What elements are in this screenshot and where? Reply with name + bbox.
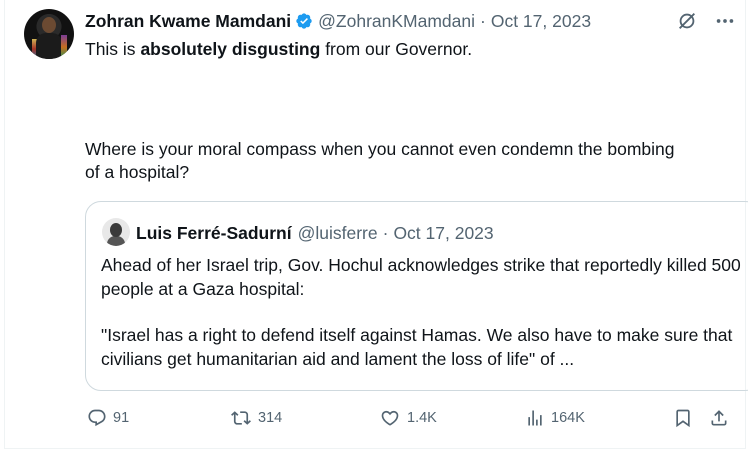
quoted-paragraph-1: Ahead of her Israel trip, Gov. Hochul ac… xyxy=(101,255,741,299)
quoted-author-handle[interactable]: @luisferre xyxy=(298,223,378,244)
quoted-author-name[interactable]: Luis Ferré-Sadurní xyxy=(136,223,292,244)
reply-button[interactable]: 91 xyxy=(87,408,129,428)
tweet-actions-bar: 91 314 1.4K 164K xyxy=(85,408,735,432)
quoted-paragraph-2: "Israel has a right to defend itself aga… xyxy=(101,325,733,369)
author-handle[interactable]: @ZohranKMamdani xyxy=(318,11,475,32)
repost-count: 314 xyxy=(258,410,283,426)
author-name[interactable]: Zohran Kwame Mamdani xyxy=(85,11,291,32)
views-icon xyxy=(525,408,545,428)
tweet-header: Zohran Kwame Mamdani @ZohranKMamdani · O… xyxy=(85,10,591,32)
quoted-tweet-header: Luis Ferré-Sadurní @luisferre · Oct 17, … xyxy=(136,222,494,244)
reply-icon xyxy=(87,408,107,428)
like-icon xyxy=(379,408,401,428)
quoted-tweet-date[interactable]: Oct 17, 2023 xyxy=(393,223,493,244)
tweet-paragraph-1: This is absolutely disgusting from our G… xyxy=(85,39,473,59)
tweet-top-actions xyxy=(676,10,736,32)
more-icon[interactable] xyxy=(714,10,736,32)
tweet-date[interactable]: Oct 17, 2023 xyxy=(491,11,591,32)
repost-button[interactable]: 314 xyxy=(230,408,282,428)
author-avatar[interactable] xyxy=(24,9,74,59)
grok-icon[interactable] xyxy=(676,10,698,32)
share-icon xyxy=(709,408,729,428)
share-button[interactable] xyxy=(709,408,729,428)
reply-count: 91 xyxy=(113,410,130,426)
like-count: 1.4K xyxy=(407,410,437,426)
repost-icon xyxy=(230,408,252,428)
quoted-tweet[interactable]: Luis Ferré-Sadurní @luisferre · Oct 17, … xyxy=(85,201,748,391)
views-count: 164K xyxy=(551,410,585,426)
tweet-paragraph-2: Where is your moral compass when you can… xyxy=(85,139,675,182)
quoted-tweet-body: Ahead of her Israel trip, Gov. Hochul ac… xyxy=(101,254,741,371)
quoted-author-avatar[interactable] xyxy=(102,218,130,246)
like-button[interactable]: 1.4K xyxy=(379,408,437,428)
views-button[interactable]: 164K xyxy=(525,408,585,428)
separator-dot: · xyxy=(480,10,486,31)
separator-dot: · xyxy=(382,222,389,243)
bookmark-button[interactable] xyxy=(673,408,693,428)
bookmark-icon xyxy=(673,408,693,428)
bold-text: absolutely disgusting xyxy=(140,39,321,59)
verified-badge-icon xyxy=(295,12,313,30)
